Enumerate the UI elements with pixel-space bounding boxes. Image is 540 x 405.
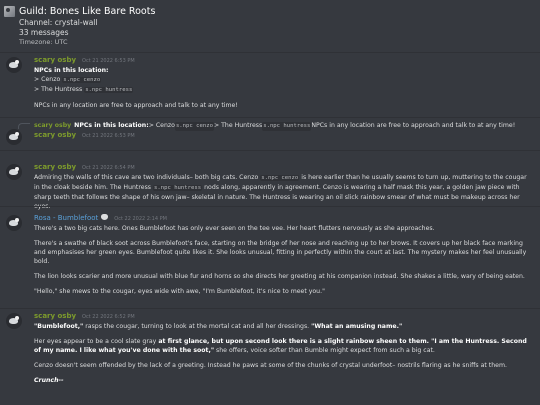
message-text: "Hello," she mews to the cougar, eyes wi… (34, 288, 325, 295)
message-text: "Bumblefoot," rasps the cougar, turning … (34, 323, 403, 330)
timestamp: Oct 22 2022 2:14 PM (114, 216, 167, 222)
divider (0, 117, 540, 118)
message-text: Cenzo doesn't seem offended by the lack … (34, 362, 507, 369)
divider (0, 52, 540, 53)
author-name[interactable]: Rosa - Bumblefoot (34, 214, 98, 222)
timestamp: Oct 21 2022 6:54 PM (82, 165, 135, 171)
npc-command: s.npc cenzo (62, 77, 102, 83)
divider (0, 308, 540, 309)
author-name[interactable]: scary osby (34, 163, 76, 171)
author-name[interactable]: scary osby (34, 56, 76, 64)
message-text: The lion looks scarier and more unusual … (34, 273, 525, 280)
reply-author: scary osby (34, 122, 72, 129)
npc-command: s.npc huntress (84, 87, 134, 93)
channel-name: Channel: crystal-wall (19, 18, 98, 27)
guild-title: Guild: Bones Like Bare Roots (19, 5, 156, 17)
message-text: Crunch-- (34, 377, 64, 384)
timezone-label: Timezone: UTC (19, 38, 68, 46)
npcs-heading: NPCs in this location: (34, 67, 109, 74)
message-text: There's a two big cats here. Ones Bumble… (34, 225, 435, 232)
timestamp: Oct 22 2022 6:52 PM (82, 314, 135, 320)
author-name[interactable]: scary osby (34, 312, 76, 320)
timestamp: Oct 21 2022 6:53 PM (82, 133, 135, 139)
divider (0, 150, 540, 151)
message-text: There's a swathe of black soot across Bu… (34, 240, 527, 265)
avatar[interactable] (6, 164, 22, 180)
reply-connector (18, 123, 30, 129)
author-name[interactable]: scary osby (34, 131, 76, 139)
divider (0, 206, 540, 207)
avatar[interactable] (6, 129, 22, 145)
chat-export-page: Guild: Bones Like Bare Roots Channel: cr… (0, 0, 540, 405)
avatar[interactable] (6, 57, 22, 73)
avatar[interactable] (6, 215, 22, 231)
guild-image-icon (4, 5, 15, 17)
message-text: Her eyes appear to be a cool slate gray … (34, 338, 527, 354)
reply-preview[interactable]: scary osby NPCs in this location: > Cenz… (34, 121, 532, 131)
avatar[interactable] (6, 313, 22, 329)
message-text: NPCs in any location are free to approac… (34, 102, 238, 109)
message-count: 33 messages (19, 28, 69, 37)
cat-emoji-icon (101, 214, 109, 220)
timestamp: Oct 21 2022 6:53 PM (82, 58, 135, 64)
export-header: Guild: Bones Like Bare Roots Channel: cr… (4, 4, 536, 47)
